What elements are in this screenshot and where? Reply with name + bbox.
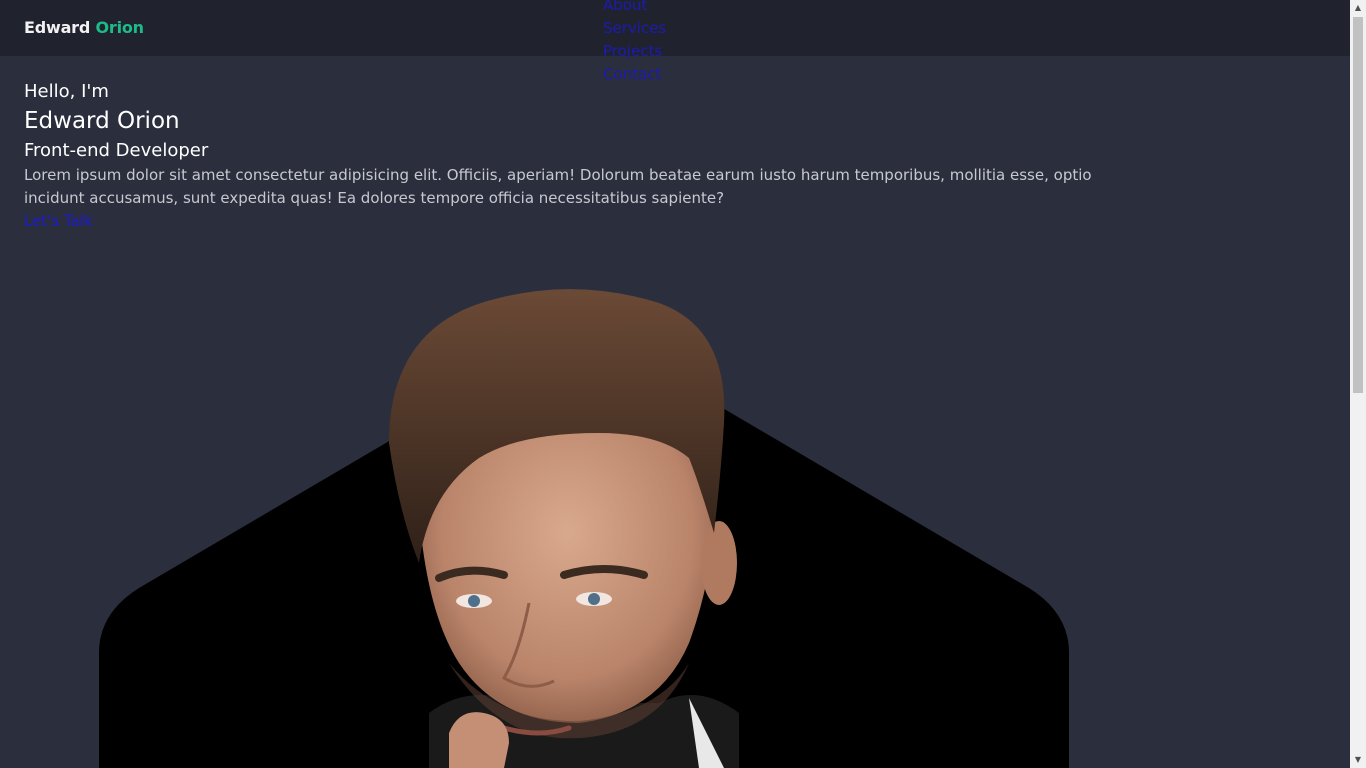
hero-name: Edward Orion — [24, 108, 180, 134]
nav-link-projects[interactable]: Projects — [603, 42, 662, 60]
page: Edward Orion About Services Projects Con… — [0, 0, 1366, 768]
nav-item-contact: Contact — [603, 63, 666, 86]
hero-greeting: Hello, I'm — [24, 81, 109, 102]
nav-item-services: Services — [603, 17, 666, 40]
site-header: Edward Orion — [0, 0, 1350, 56]
hero-description: Lorem ipsum dolor sit amet consectetur a… — [24, 166, 1092, 207]
scrollbar-thumb[interactable] — [1353, 17, 1363, 393]
logo-last-name: Orion — [95, 18, 144, 37]
portrait-image — [99, 289, 1069, 768]
hero-role: Front-end Developer — [24, 140, 209, 161]
triangle-down-icon[interactable]: ▼ — [1350, 752, 1366, 768]
nav-link-contact[interactable]: Contact — [603, 65, 661, 83]
hero-section: Hello, I'm Edward Orion Front-end Develo… — [24, 80, 1094, 233]
nav-link-about[interactable]: About — [603, 0, 647, 14]
triangle-up-icon[interactable]: ▲ — [1350, 0, 1366, 16]
lets-talk-link[interactable]: Let's Talk — [24, 210, 93, 233]
main-nav: About Services Projects Contact — [603, 0, 666, 86]
nav-item-projects: Projects — [603, 40, 666, 63]
vertical-scrollbar[interactable]: ▲ ▼ — [1350, 0, 1366, 768]
hero-portrait — [99, 283, 1069, 768]
site-logo[interactable]: Edward Orion — [24, 18, 144, 37]
nav-link-services[interactable]: Services — [603, 19, 666, 37]
nav-item-about: About — [603, 0, 666, 17]
logo-first-name: Edward — [24, 18, 91, 37]
